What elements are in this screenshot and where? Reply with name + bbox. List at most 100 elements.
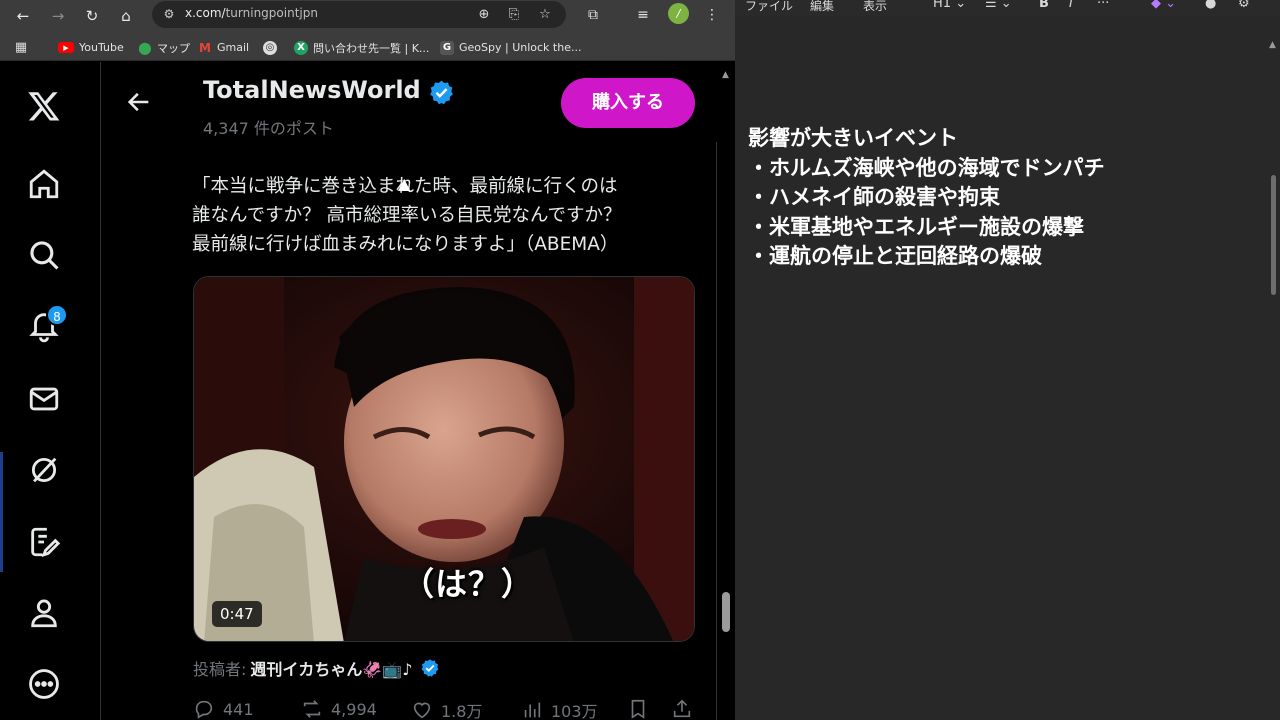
grok-icon[interactable] (20, 446, 68, 494)
views-button[interactable]: 103万 (521, 698, 598, 720)
reply-icon (195, 700, 213, 719)
video-caption: （は？） (402, 565, 535, 603)
poster-label: 投稿者: (193, 660, 247, 679)
bookmark-contacts[interactable]: X 問い合わせ先一覧 | K... (294, 39, 429, 56)
extensions-icon[interactable]: ⧉ (582, 4, 604, 26)
youtube-icon: ▶ (58, 42, 74, 53)
browser-toolbar: ← → ↻ ⌂ ⚙ x.com/turningpointjpn ⊕ ⎘ ☆ ⧉ … (0, 0, 735, 33)
reload-icon[interactable]: ↻ (79, 3, 105, 29)
bookmark-geospy[interactable]: G GeoSpy | Unlock the... (440, 39, 581, 56)
post-count: 4,347 件のポスト (203, 119, 334, 138)
bookmarks-bar: ▦ ▶ YouTube ⬤ マップ M Gmail ◎ X 問い合わせ先一覧 |… (0, 33, 735, 61)
poster-attribution: 投稿者: 週刊イカちゃん🦑📺♪ (193, 656, 440, 680)
post-text-line: 最前線に行けば血まみれになりますよ」（ABEMA） (192, 234, 619, 255)
profile-avatar[interactable]: / (668, 3, 689, 24)
bold-icon[interactable]: B (1039, 0, 1049, 11)
account-icon[interactable]: ● (1205, 0, 1216, 11)
browser-window: ← → ↻ ⌂ ⚙ x.com/turningpointjpn ⊕ ⎘ ☆ ⧉ … (0, 0, 735, 720)
screen: ← → ↻ ⌂ ⚙ x.com/turningpointjpn ⊕ ⎘ ☆ ⧉ … (0, 0, 1280, 720)
x-page: 8 TotalNewsWorld 4,347 件のポスト 購入する 「本当に戦争… (0, 62, 735, 720)
x-sidebar-nav: 8 (0, 62, 90, 720)
repost-button[interactable]: 4,994 (301, 698, 377, 720)
notes-compose-icon[interactable] (20, 518, 68, 566)
install-app-icon[interactable]: ⎘ (504, 6, 524, 24)
forward-icon[interactable]: → (45, 3, 71, 29)
note-line: ・ホルムズ海峡や他の海域でドンパチ (748, 155, 1105, 180)
notepad-scrollbar[interactable]: ▲ (1266, 40, 1280, 720)
globe-icon: ◎ (263, 40, 277, 55)
notepad-menubar: ファイル 編集 表示 H1 ⌄ ☰ ⌄ B I ··· ◆ ⌄ ● ⚙ (735, 0, 1280, 16)
note-line: ・ハメネイ師の殺害や拘束 (748, 185, 1000, 209)
back-icon[interactable]: ← (10, 3, 36, 29)
menu-kebab-icon[interactable]: ⋮ (701, 4, 723, 26)
mouse-cursor-icon: ▲ (398, 174, 411, 193)
bookmark-star-icon[interactable]: ☆ (535, 6, 555, 24)
heading-dropdown[interactable]: H1 ⌄ (933, 0, 966, 11)
geospy-icon: G (440, 40, 454, 55)
reply-button[interactable]: 441 (193, 698, 254, 720)
notepad-window: ファイル 編集 表示 H1 ⌄ ☰ ⌄ B I ··· ◆ ⌄ ● ⚙ 影響が大… (735, 0, 1280, 720)
views-chart-icon (524, 702, 541, 718)
verified-badge-icon (430, 80, 453, 105)
copilot-icon[interactable]: ◆ ⌄ (1151, 0, 1176, 11)
post-text-line: 誰なんですか？ 高市総理率いる自民党なんですか？ (192, 205, 622, 226)
notepad-scrollbar-thumb[interactable] (1271, 175, 1276, 295)
gmail-icon: M (199, 40, 211, 55)
site-info-icon[interactable]: ⚙ (160, 5, 178, 23)
chevron-down-icon: ⌄ (955, 0, 967, 11)
window-edge-accent (0, 452, 3, 572)
x-logo-icon[interactable] (20, 82, 68, 130)
page-scrollbar[interactable]: ▲ (718, 62, 735, 720)
notepad-text-area[interactable]: 影響が大きいイベント ・ホルムズ海峡や他の海域でドンパチ ・ハメネイ師の殺害や拘… (748, 124, 1105, 272)
address-url[interactable]: x.com/turningpointjpn (185, 6, 318, 20)
like-button[interactable]: 1.8万 (411, 698, 482, 720)
maps-pin-icon: ⬤ (138, 40, 152, 55)
media-controls-icon[interactable]: ≡ (632, 4, 654, 26)
profile-header: TotalNewsWorld 4,347 件のポスト 購入する (101, 62, 718, 142)
address-bar[interactable]: ⚙ x.com/turningpointjpn ⊕ ⎘ ☆ (152, 1, 566, 28)
post-text-line: 「本当に戦争に巻き込まれた時、最前線に行くのは (192, 176, 618, 197)
back-arrow-icon[interactable] (125, 88, 153, 116)
list-dropdown-icon[interactable]: ☰ ⌄ (985, 0, 1012, 11)
bookmark-maps[interactable]: ⬤ マップ (138, 39, 190, 56)
heart-icon (413, 702, 431, 719)
share-icon (673, 699, 691, 718)
scrollbar-thumb[interactable] (722, 592, 730, 632)
video-player[interactable]: （は？） 0:47 (193, 276, 695, 642)
settings-gear-icon[interactable]: ⚙ (1238, 0, 1250, 11)
menu-view[interactable]: 表示 (863, 0, 887, 14)
menu-file[interactable]: ファイル (745, 0, 793, 14)
italic-icon[interactable]: I (1069, 0, 1073, 11)
notification-count-badge: 8 (46, 304, 68, 326)
more-format-icon[interactable]: ··· (1097, 0, 1109, 11)
home-nav-icon[interactable] (20, 160, 68, 208)
green-x-icon: X (294, 40, 308, 55)
buy-button[interactable]: 購入する (561, 78, 695, 128)
profile-person-icon[interactable] (20, 589, 68, 637)
post-actions: 441 4,994 1.8万 103万 (193, 698, 703, 720)
share-button[interactable] (671, 698, 693, 720)
x-main-column: TotalNewsWorld 4,347 件のポスト 購入する 「本当に戦争に巻… (100, 62, 718, 720)
menu-edit[interactable]: 編集 (810, 0, 834, 14)
poster-name[interactable]: 週刊イカちゃん🦑📺♪ (250, 656, 412, 680)
bookmark-icon (631, 699, 645, 719)
bookmark-youtube[interactable]: ▶ YouTube (58, 39, 124, 56)
zoom-icon[interactable]: ⊕ (474, 6, 494, 24)
home-icon[interactable]: ⌂ (113, 3, 139, 29)
scroll-up-arrow-icon[interactable]: ▲ (722, 70, 729, 80)
scroll-up-arrow-icon[interactable]: ▲ (1269, 40, 1276, 50)
note-line: ・運航の停止と迂回経路の爆破 (748, 244, 1042, 268)
explore-search-icon[interactable] (20, 231, 68, 279)
poster-verified-badge-icon (422, 659, 439, 677)
profile-name[interactable]: TotalNewsWorld (203, 76, 421, 104)
more-options-icon[interactable] (20, 660, 68, 708)
note-line: ・米軍基地やエネルギー施設の爆撃 (748, 214, 1084, 239)
messages-envelope-icon[interactable] (20, 375, 68, 423)
bookmark-gmail[interactable]: M Gmail (198, 39, 249, 56)
apps-grid-icon[interactable]: ▦ (14, 39, 28, 56)
note-line: 影響が大きいイベント (748, 126, 958, 150)
video-duration: 0:47 (212, 601, 262, 627)
bookmark-button[interactable] (627, 698, 649, 720)
repost-icon (303, 700, 321, 718)
bookmark-globe[interactable]: ◎ (263, 39, 277, 56)
